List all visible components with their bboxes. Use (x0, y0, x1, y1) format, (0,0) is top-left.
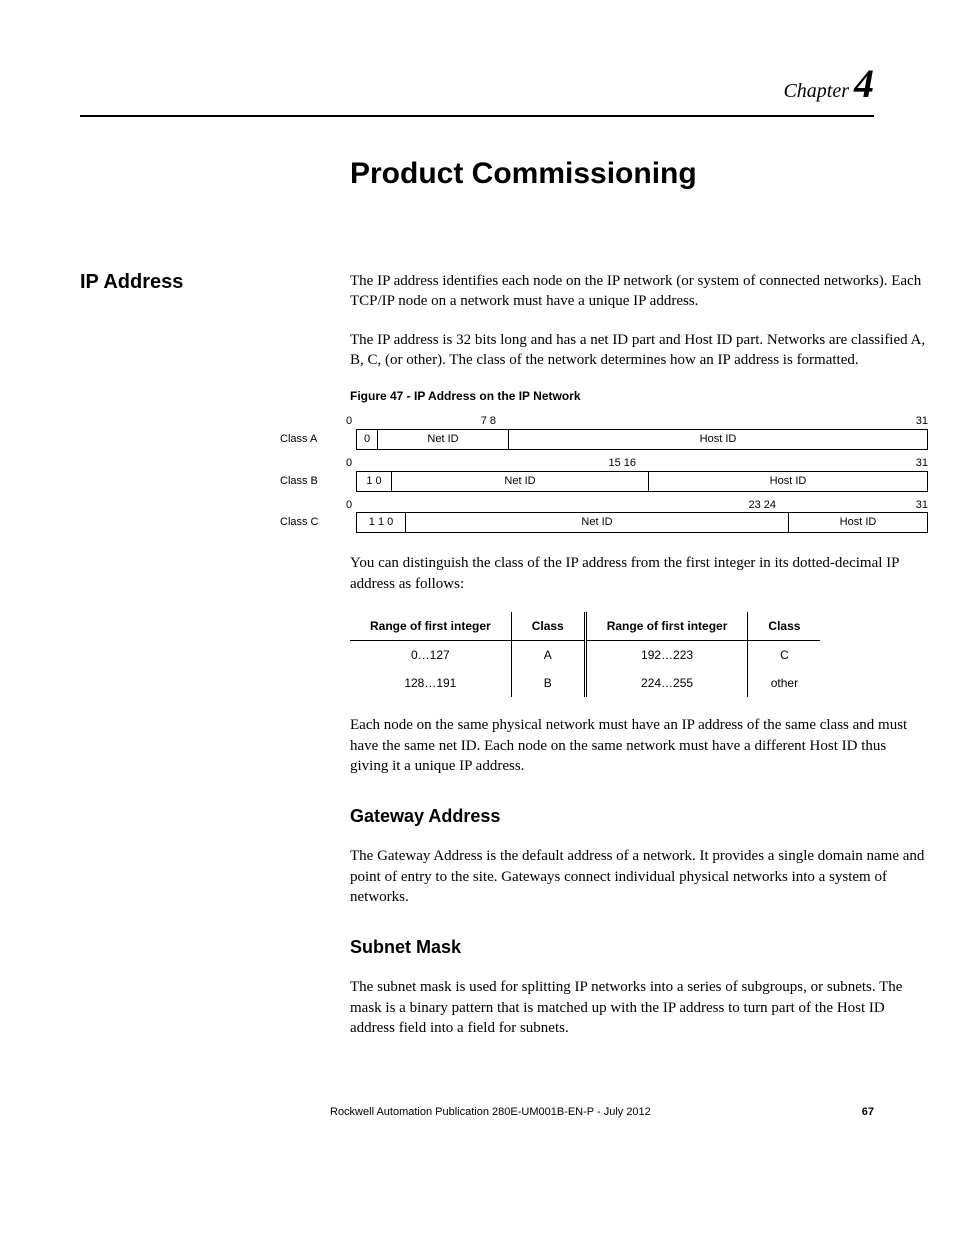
figure-caption: Figure 47 - IP Address on the IP Network (350, 388, 928, 404)
body-paragraph: The subnet mask is used for splitting IP… (350, 977, 928, 1038)
bit-label: 23 24 (376, 498, 780, 513)
page-number: 67 (862, 1106, 874, 1118)
col-header: Class (511, 612, 585, 641)
netid-cell: Net ID (378, 430, 509, 449)
bit-label: 31 (640, 456, 928, 471)
class-label: Class A (270, 432, 356, 447)
cell: C (748, 640, 821, 669)
body-paragraph: The IP address is 32 bits long and has a… (350, 330, 928, 371)
netid-cell: Net ID (406, 513, 789, 532)
subheading: Gateway Address (350, 804, 928, 828)
bit-label: 0 (346, 414, 376, 429)
prefix-bits: 1 0 (357, 472, 392, 491)
publication-info: Rockwell Automation Publication 280E-UM0… (330, 1106, 651, 1118)
bit-label: 0 (346, 456, 376, 471)
chapter-label: Chapter 4 (80, 60, 874, 107)
col-header: Class (748, 612, 821, 641)
bit-label: 15 16 (376, 456, 640, 471)
cell: 192…223 (585, 640, 748, 669)
bit-label: 0 (346, 498, 376, 513)
bit-label: 31 (500, 414, 928, 429)
subheading: Subnet Mask (350, 935, 928, 959)
cell: 128…191 (350, 669, 511, 697)
bit-label: 31 (780, 498, 928, 513)
body-paragraph: Each node on the same physical network m… (350, 715, 928, 776)
chapter-word: Chapter (783, 80, 849, 102)
rule (80, 115, 874, 117)
hostid-cell: Host ID (509, 430, 927, 449)
col-header: Range of first integer (585, 612, 748, 641)
page-title: Product Commissioning (350, 157, 874, 191)
body-paragraph: The IP address identifies each node on t… (350, 271, 928, 312)
ip-class-diagram: 0 7 8 31 Class A 0 Net ID Host ID (270, 414, 928, 533)
prefix-bits: 1 1 0 (357, 513, 406, 532)
class-label: Class C (270, 515, 356, 530)
cell: 224…255 (585, 669, 748, 697)
col-header: Range of first integer (350, 612, 511, 641)
hostid-cell: Host ID (789, 513, 927, 532)
section-heading: IP Address (80, 271, 350, 1056)
class-label: Class B (270, 474, 356, 489)
body-paragraph: You can distinguish the class of the IP … (350, 553, 928, 594)
cell: B (511, 669, 585, 697)
hostid-cell: Host ID (649, 472, 927, 491)
cell: A (511, 640, 585, 669)
class-range-table: Range of first integer Class Range of fi… (350, 612, 820, 698)
cell: other (748, 669, 821, 697)
page-footer: Rockwell Automation Publication 280E-UM0… (80, 1106, 874, 1118)
prefix-bits: 0 (357, 430, 378, 449)
body-paragraph: The Gateway Address is the default addre… (350, 846, 928, 907)
chapter-number: 4 (854, 61, 874, 106)
bit-label: 7 8 (376, 414, 500, 429)
netid-cell: Net ID (392, 472, 649, 491)
cell: 0…127 (350, 640, 511, 669)
